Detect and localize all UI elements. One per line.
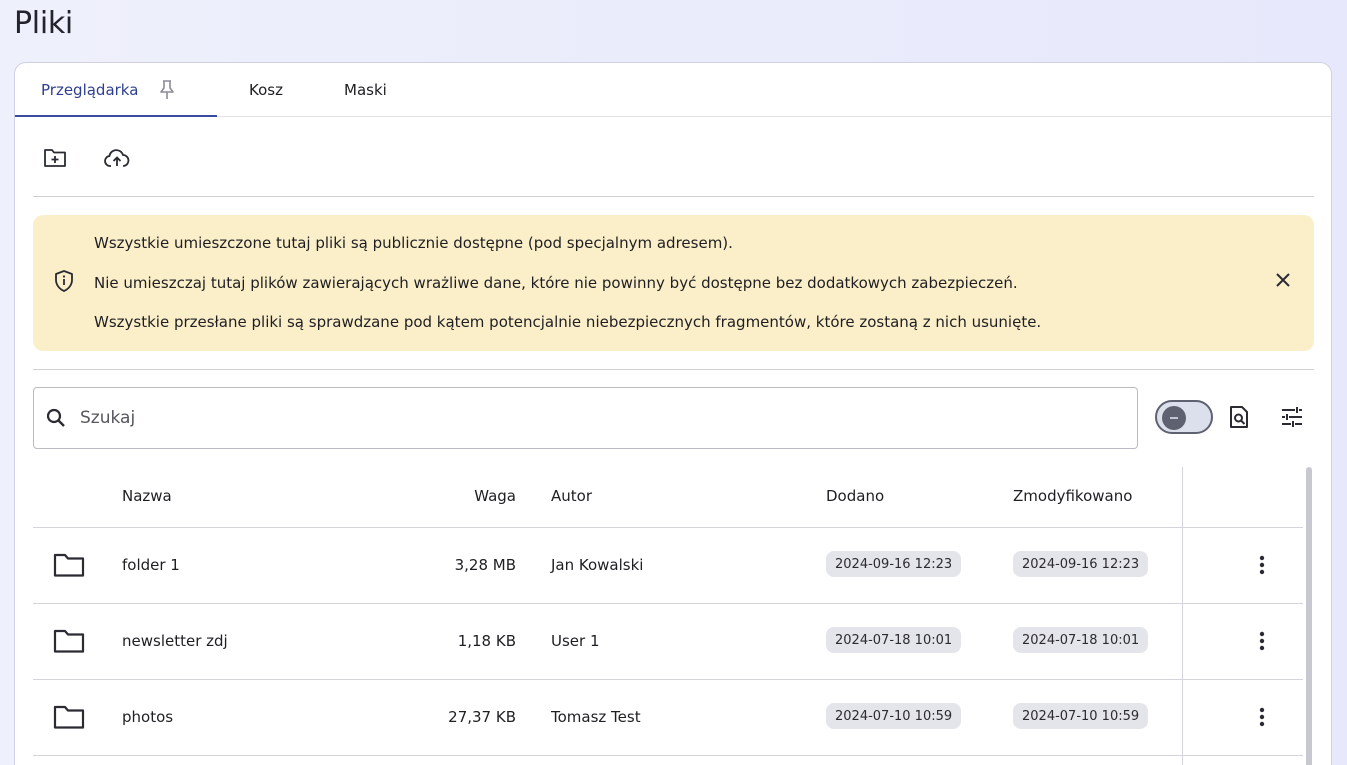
search-icon xyxy=(46,408,66,432)
row-name[interactable]: newsletter zdj xyxy=(122,632,228,650)
close-alert-button[interactable] xyxy=(1272,269,1294,291)
row-size: 3,28 MB xyxy=(454,556,516,574)
row-modified-badge: 2024-07-10 10:59 xyxy=(1013,703,1149,729)
alert-line-scanned: Wszystkie przesłane pliki są sprawdzane … xyxy=(94,313,1042,331)
row-menu-button[interactable] xyxy=(1248,550,1276,580)
folder-icon xyxy=(53,552,85,582)
sliders-icon xyxy=(1282,407,1302,427)
row-menu-button[interactable] xyxy=(1248,626,1276,656)
folder-icon xyxy=(53,628,85,658)
folder-plus-icon xyxy=(44,149,66,167)
row-size: 27,37 KB xyxy=(448,708,516,726)
row-author: Jan Kowalski xyxy=(551,556,644,574)
row-added-badge: 2024-07-10 10:59 xyxy=(826,703,962,729)
shield-icon xyxy=(53,269,75,297)
minus-icon xyxy=(1162,406,1186,430)
table-scrollbar[interactable] xyxy=(1305,467,1313,765)
column-header-modified[interactable]: Zmodyfikowano xyxy=(1013,487,1132,505)
row-menu-button[interactable] xyxy=(1248,702,1276,732)
more-vertical-icon xyxy=(1259,631,1265,651)
file-search-icon xyxy=(1230,406,1248,428)
filter-toggle[interactable] xyxy=(1155,400,1213,434)
table-row[interactable]: folder 1 3,28 MB Jan Kowalski 2024-09-16… xyxy=(33,528,1303,604)
more-vertical-icon xyxy=(1259,555,1265,575)
column-header-author[interactable]: Autor xyxy=(551,487,592,505)
upload-button[interactable] xyxy=(97,141,137,175)
files-panel: Przeglądarka Kosz Maski Wszystkie umiesz… xyxy=(14,62,1332,765)
tab-browser-label: Przeglądarka xyxy=(41,81,139,99)
row-name[interactable]: folder 1 xyxy=(122,556,180,574)
table-row[interactable]: newsletter zdj 1,18 KB User 1 2024-07-18… xyxy=(33,604,1303,680)
page-title: Pliki xyxy=(14,6,73,41)
search-field[interactable] xyxy=(33,387,1138,449)
pin-icon[interactable] xyxy=(160,80,175,100)
alert-line-sensitive: Nie umieszczaj tutaj plików zawierającyc… xyxy=(94,274,1018,292)
column-header-added[interactable]: Dodano xyxy=(826,487,884,505)
scrollbar-thumb[interactable] xyxy=(1306,467,1312,765)
tab-masks[interactable]: Maski xyxy=(344,63,387,117)
active-tab-indicator xyxy=(15,115,217,117)
row-size: 1,18 KB xyxy=(457,632,516,650)
row-name[interactable]: photos xyxy=(122,708,173,726)
column-header-name[interactable]: Nazwa xyxy=(122,487,172,505)
alert-line-public: Wszystkie umieszczone tutaj pliki są pub… xyxy=(94,234,733,252)
folder-icon xyxy=(53,704,85,734)
more-vertical-icon xyxy=(1259,707,1265,727)
tab-bar: Przeglądarka Kosz Maski xyxy=(15,63,1331,117)
table-row[interactable]: photos 27,37 KB Tomasz Test 2024-07-10 1… xyxy=(33,680,1303,756)
search-content-button[interactable] xyxy=(1222,400,1256,434)
row-author: Tomasz Test xyxy=(551,708,641,726)
alert-divider xyxy=(33,369,1314,370)
row-author: User 1 xyxy=(551,632,600,650)
close-icon xyxy=(1276,273,1290,287)
search-input[interactable] xyxy=(80,398,1120,438)
tab-browser[interactable]: Przeglądarka xyxy=(41,63,175,117)
row-added-badge: 2024-07-18 10:01 xyxy=(826,627,962,653)
new-folder-button[interactable] xyxy=(35,141,75,175)
row-modified-badge: 2024-07-18 10:01 xyxy=(1013,627,1149,653)
filters-button[interactable] xyxy=(1275,400,1309,434)
column-header-size[interactable]: Waga xyxy=(453,487,516,505)
toolbar-divider xyxy=(33,196,1314,197)
row-added-badge: 2024-09-16 12:23 xyxy=(826,551,962,577)
row-modified-badge: 2024-09-16 12:23 xyxy=(1013,551,1149,577)
cloud-upload-icon xyxy=(104,149,130,167)
info-alert: Wszystkie umieszczone tutaj pliki są pub… xyxy=(33,215,1314,351)
tab-trash[interactable]: Kosz xyxy=(249,63,283,117)
